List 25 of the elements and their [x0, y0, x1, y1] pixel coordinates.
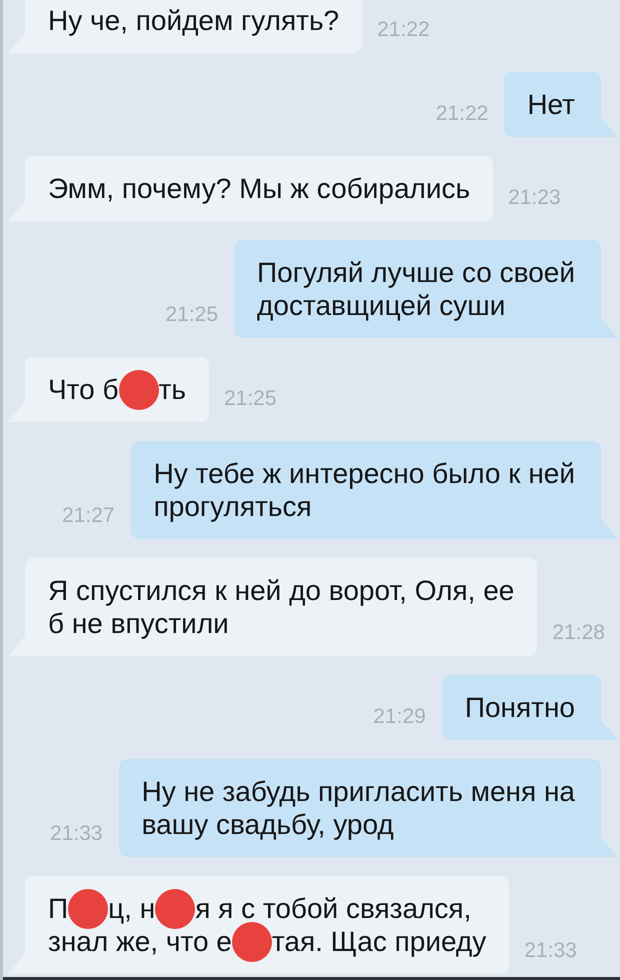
message-text: Понятно	[464, 691, 575, 724]
message-text: Погуляй лучше со своей доставщицей суши	[257, 256, 575, 322]
message-text: Нет	[527, 88, 575, 121]
message-time: 21:33	[50, 823, 103, 844]
message-text: ть	[158, 373, 186, 406]
message-text: я я с тобой связался,	[195, 892, 472, 925]
message-text: ц, н	[108, 892, 156, 925]
message-text: Ну тебе ж интересно было к ней прогуляться	[154, 457, 575, 523]
message-text: Ну не забудь пригласить меня на вашу свадьбу, урод	[142, 775, 575, 841]
message-text: Эмм, почему? Мы ж собирались	[48, 172, 470, 205]
message-time: 21:33	[524, 940, 577, 961]
message-text: знал же, что е	[48, 925, 232, 958]
message-time: 21:23	[508, 187, 561, 208]
message-text: Что б	[48, 373, 119, 406]
message-text: Я спустился к ней до ворот, Оля, ее б не впустили	[48, 574, 514, 640]
message-text: тая. Щас приеду	[272, 925, 486, 958]
message-time: 21:25	[224, 388, 277, 409]
message-time: 21:29	[373, 706, 426, 727]
message-time: 21:22	[436, 103, 488, 124]
message-time: 21:27	[62, 505, 115, 526]
message-time: 21:28	[552, 622, 605, 643]
message-text: Ну че, пойдем гулять?	[48, 4, 340, 37]
message-time: 21:25	[165, 304, 218, 325]
message-text: П	[48, 892, 68, 925]
message-time: 21:22	[377, 19, 430, 40]
